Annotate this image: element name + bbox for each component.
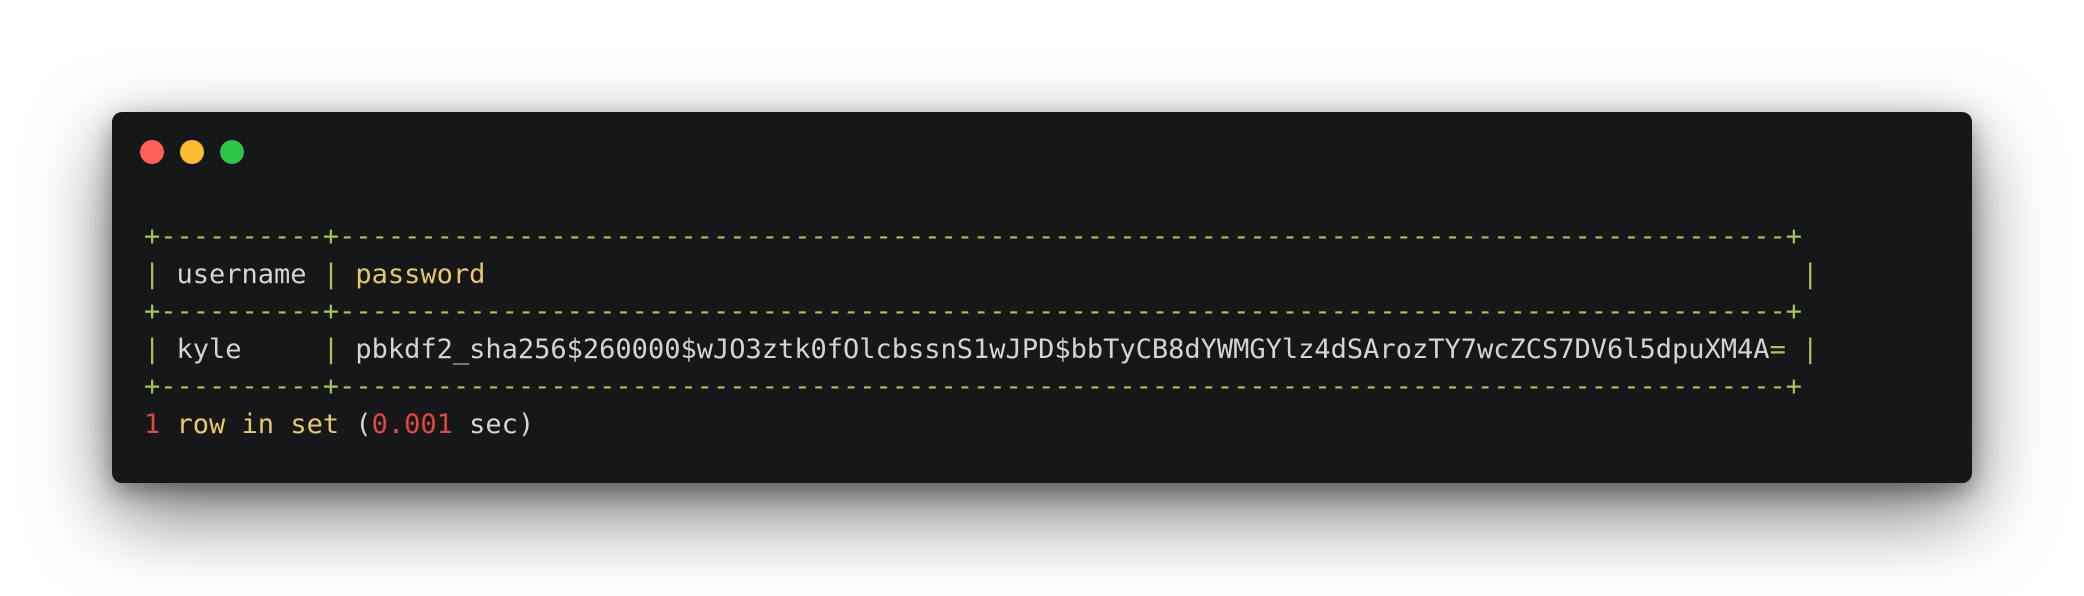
table-row: | kyle | pbkdf2_sha256$260000$wJO3ztk0fO… bbox=[144, 333, 1819, 365]
column-header-username: username bbox=[176, 258, 307, 290]
table-border-mid: +----------+----------------------------… bbox=[144, 296, 1803, 327]
result-text: row in set bbox=[176, 408, 340, 440]
maximize-button[interactable] bbox=[220, 140, 244, 164]
minimize-button[interactable] bbox=[180, 140, 204, 164]
cell-username: kyle bbox=[176, 333, 242, 365]
window-controls bbox=[140, 140, 244, 164]
result-unit: sec bbox=[469, 408, 518, 440]
terminal-output: +----------+----------------------------… bbox=[144, 218, 1818, 443]
result-time: 0.001 bbox=[371, 408, 453, 440]
cell-password-suffix: = bbox=[1769, 333, 1786, 365]
cell-password: pbkdf2_sha256$260000$wJO3ztk0fOlcbssnS1w… bbox=[355, 333, 1770, 365]
table-border-top: +----------+----------------------------… bbox=[144, 221, 1803, 252]
result-summary: 1 row in set (0.001 sec) bbox=[144, 408, 535, 440]
table-header-row: | username | password | bbox=[144, 258, 1819, 290]
close-button[interactable] bbox=[140, 140, 164, 164]
terminal-window: +----------+----------------------------… bbox=[112, 112, 1972, 483]
canvas: +----------+----------------------------… bbox=[0, 0, 2084, 596]
result-count: 1 bbox=[144, 408, 161, 440]
table-border-bottom: +----------+----------------------------… bbox=[144, 371, 1803, 402]
column-header-password: password bbox=[355, 258, 486, 290]
